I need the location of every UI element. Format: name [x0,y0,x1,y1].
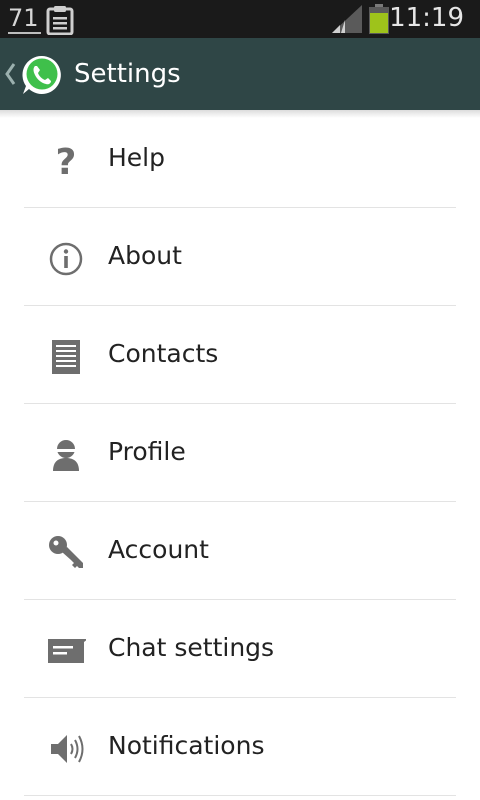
settings-item-label: About [108,241,182,270]
settings-item-label: Contacts [108,339,219,368]
clipboard-icon [46,6,74,35]
info-icon [49,242,83,276]
settings-list: ? Help About Contacts Profile Account Ch… [0,110,480,796]
settings-item-notifications[interactable]: Notifications [24,698,456,796]
battery-icon [369,4,389,34]
svg-text:?: ? [56,143,77,179]
settings-item-account[interactable]: Account [24,502,456,600]
status-time: 11:19 [389,3,464,33]
settings-item-about[interactable]: About [24,208,456,306]
settings-item-label: Profile [108,437,186,466]
settings-item-label: Notifications [108,731,265,760]
settings-item-label: Account [108,535,209,564]
status-bar: 71 11:19 [0,0,480,38]
signal-icon [332,5,362,33]
settings-item-help[interactable]: ? Help [24,110,456,208]
key-icon [49,536,83,568]
speaker-icon [51,735,84,763]
notification-count: 71 [8,4,41,34]
page-title: Settings [74,59,181,89]
settings-item-label: Chat settings [108,633,275,662]
back-chevron-icon[interactable] [4,60,16,88]
settings-item-contacts[interactable]: Contacts [24,306,456,404]
help-icon: ? [56,143,77,179]
profile-icon [53,440,79,471]
settings-item-chat-settings[interactable]: Chat settings [24,600,456,698]
chat-icon [48,639,86,663]
settings-item-profile[interactable]: Profile [24,404,456,502]
settings-item-label: Help [108,143,165,172]
contacts-icon [52,340,80,374]
whatsapp-logo-icon[interactable] [20,53,64,97]
action-bar: Settings [0,38,480,110]
